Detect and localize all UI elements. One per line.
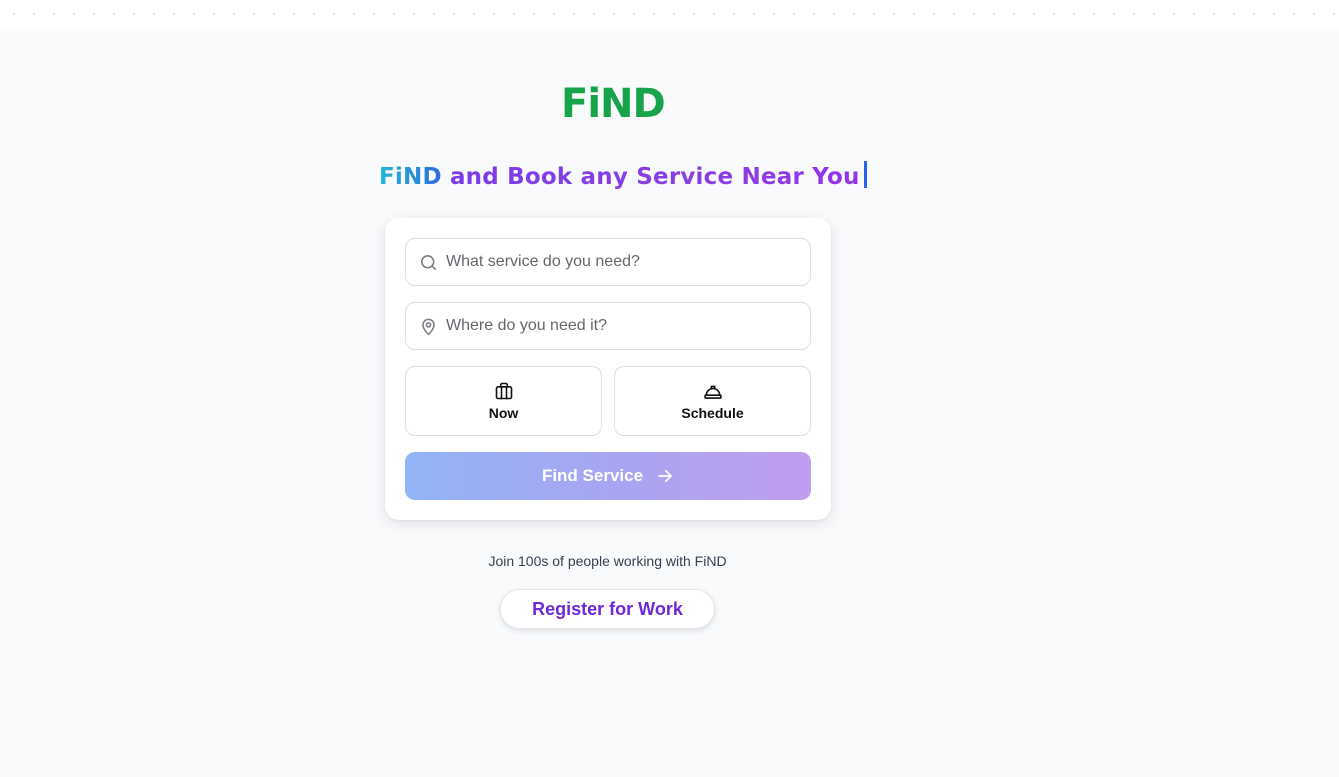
find-service-button[interactable]: Find Service xyxy=(405,452,811,500)
search-card: Now Schedule Find Service xyxy=(385,218,831,520)
location-field[interactable] xyxy=(405,302,811,350)
hard-hat-icon xyxy=(703,381,723,401)
headline: FiND and Book any Service Near You xyxy=(379,160,867,194)
top-bar xyxy=(0,0,1339,29)
register-for-work-button[interactable]: Register for Work xyxy=(500,589,715,629)
service-input[interactable] xyxy=(446,247,796,277)
find-logo[interactable]: FiND xyxy=(561,80,666,128)
schedule-label: Schedule xyxy=(681,405,744,421)
arrow-right-icon xyxy=(656,467,674,485)
location-input[interactable] xyxy=(446,311,796,341)
search-icon xyxy=(418,252,438,272)
briefcase-icon xyxy=(494,381,514,401)
schedule-button[interactable]: Schedule xyxy=(614,366,811,436)
service-field[interactable] xyxy=(405,238,811,286)
join-text: Join 100s of people working with FiND xyxy=(488,553,727,569)
map-pin-icon xyxy=(418,316,438,336)
now-button[interactable]: Now xyxy=(405,366,602,436)
now-label: Now xyxy=(488,405,519,421)
headline-brand: FiND xyxy=(379,164,442,190)
typing-cursor xyxy=(863,161,867,188)
find-service-label: Find Service xyxy=(541,466,644,485)
headline-text: and Book any Service Near You xyxy=(441,164,860,190)
